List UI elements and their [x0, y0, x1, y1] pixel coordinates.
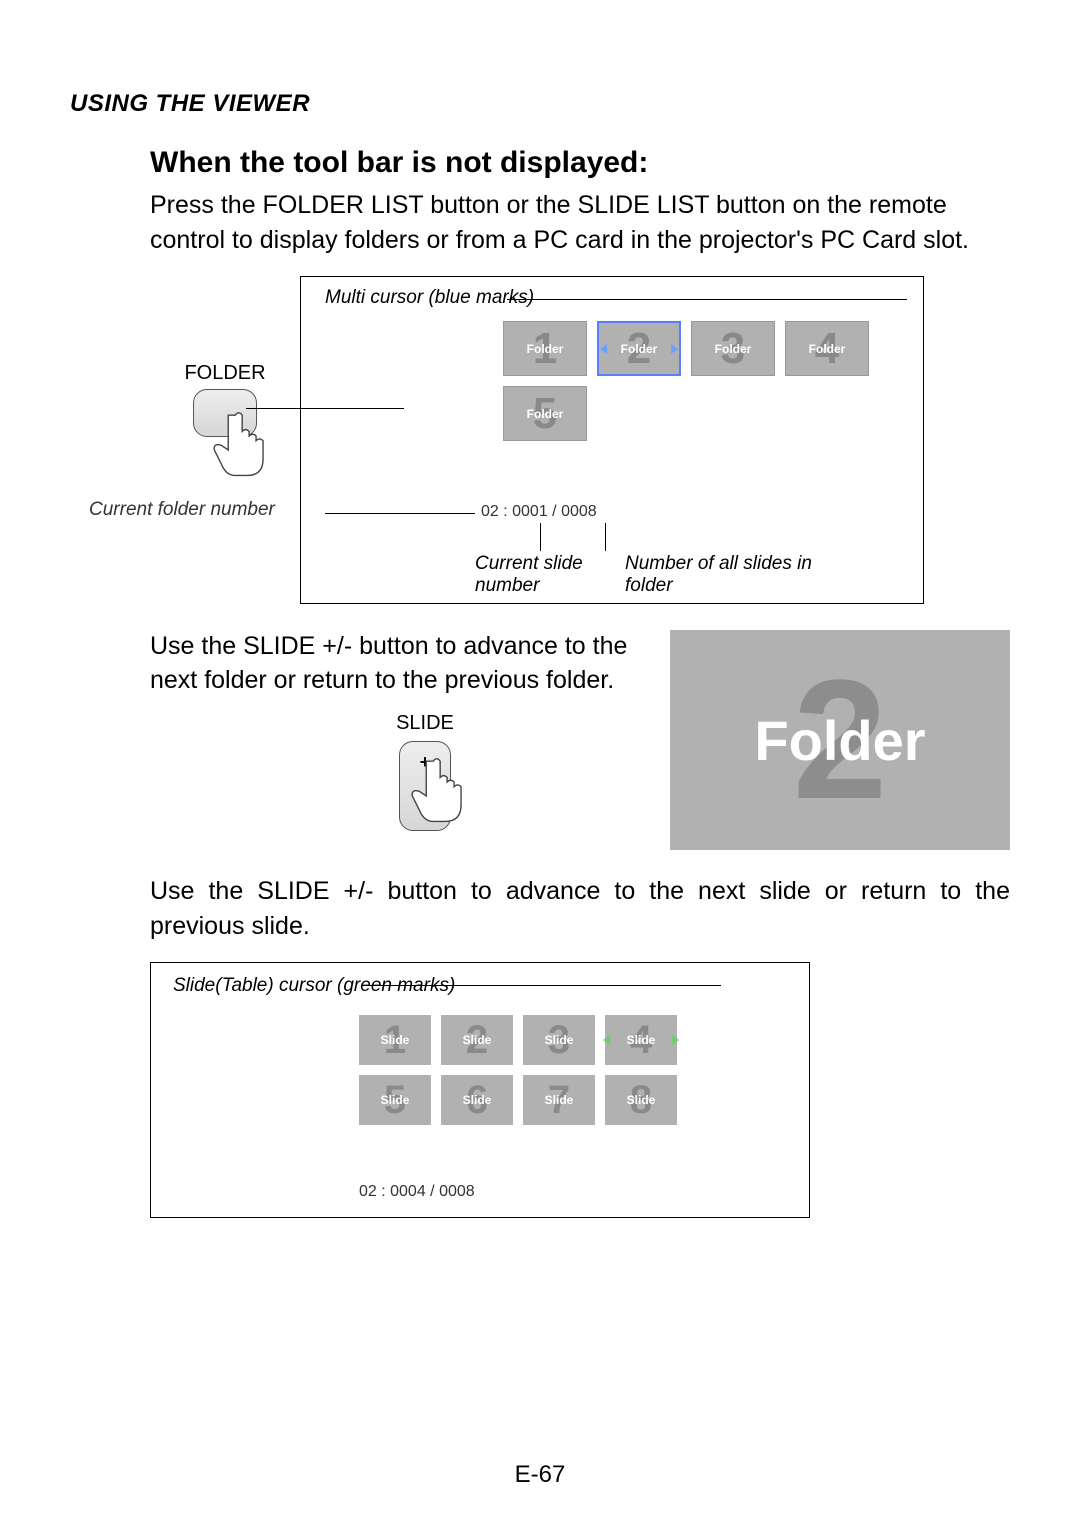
multi-cursor-label: Multi cursor (blue marks) — [325, 287, 907, 309]
slide-thumb: 5Slide — [359, 1075, 431, 1125]
body-paragraph-3: Use the SLIDE +/- button to advance to t… — [150, 874, 1010, 944]
slide-thumb: 1Slide — [359, 1015, 431, 1065]
page-number: E-67 — [0, 1461, 1080, 1489]
slide-thumb: 6Slide — [441, 1075, 513, 1125]
folder-button-icon — [193, 389, 257, 437]
section-header: USING THE VIEWER — [70, 90, 1010, 118]
slide-thumb: 2Slide — [441, 1015, 513, 1065]
folder-list-diagram: FOLDER Multi cursor (blue marks) 1Folder… — [150, 276, 1010, 604]
slide-list-diagram: Slide(Table) cursor (green marks) 1Slide… — [150, 962, 810, 1218]
big-folder-preview: 2 Folder — [670, 630, 1010, 850]
folder-thumb: 1Folder — [503, 321, 587, 376]
folder-panel: Multi cursor (blue marks) 1Folder 2Folde… — [300, 276, 924, 604]
number-of-slides-label: Number of all slides in folder — [625, 553, 845, 597]
folder-thumb: 3Folder — [691, 321, 775, 376]
slide-thumb: 8Slide — [605, 1075, 677, 1125]
status-readout: 02 : 0004 / 0008 — [359, 1183, 793, 1201]
sub-heading: When the tool bar is not displayed: — [150, 146, 1010, 180]
hand-icon — [410, 754, 468, 834]
current-folder-number-label: Current folder number — [89, 499, 289, 521]
big-folder-label: Folder — [754, 708, 925, 773]
folder-thumb-selected: 2Folder — [597, 321, 681, 376]
slide-button-label: SLIDE — [210, 710, 640, 737]
slide-thumb: 7Slide — [523, 1075, 595, 1125]
body-paragraph-1: Press the FOLDER LIST button or the SLID… — [150, 188, 1010, 258]
slide-cursor-label: Slide(Table) cursor (green marks) — [173, 975, 793, 997]
slide-button-icon: + – — [399, 741, 451, 831]
folder-thumb: 4Folder — [785, 321, 869, 376]
slide-thumb-selected: 4Slide — [605, 1015, 677, 1065]
folder-thumb: 5Folder — [503, 386, 587, 441]
current-slide-number-label: Current slide number — [475, 553, 615, 597]
folder-button-label: FOLDER — [150, 362, 300, 385]
hand-icon — [212, 408, 270, 485]
status-readout: 02 : 0001 / 0008 — [481, 503, 597, 520]
body-paragraph-2: Use the SLIDE +/- button to advance to t… — [150, 630, 640, 698]
slide-thumb: 3Slide — [523, 1015, 595, 1065]
